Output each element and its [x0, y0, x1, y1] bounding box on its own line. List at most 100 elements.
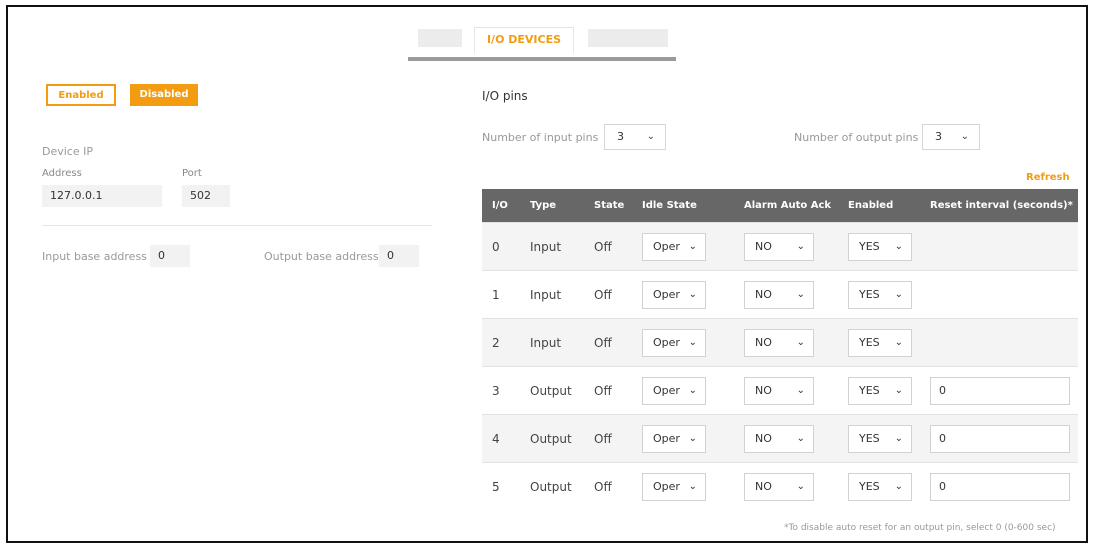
idle-state-select[interactable]: Oper ⌄ [642, 328, 706, 357]
input-count-value: 3 [617, 130, 624, 143]
alarm-ack-select[interactable]: NO ⌄ [744, 280, 814, 309]
io-cell: 0 [482, 222, 520, 271]
chevron-down-icon: ⌄ [796, 240, 805, 252]
port-field[interactable]: 502 [182, 185, 230, 207]
alarm-ack-value: NO [755, 431, 772, 445]
idle-state-select[interactable]: Oper ⌄ [642, 280, 706, 309]
output-count-value: 3 [935, 130, 942, 143]
state-cell: Off [584, 270, 632, 319]
chevron-down-icon: ⌄ [646, 131, 655, 142]
input-base-field[interactable]: 0 [150, 245, 190, 267]
enabled-value: YES [859, 383, 880, 397]
alarm-ack-select[interactable]: NO ⌄ [744, 328, 814, 357]
enabled-value: YES [859, 335, 880, 349]
enabled-select[interactable]: YES ⌄ [848, 328, 912, 357]
tab-io-devices[interactable]: I/O DEVICES [474, 27, 574, 53]
col-reset-interval: Reset interval (seconds)* [920, 189, 1078, 223]
output-base-label: Output base address [264, 250, 379, 263]
chevron-down-icon: ⌄ [688, 432, 697, 444]
io-cell: 4 [482, 414, 520, 463]
idle-state-value: Oper [653, 287, 680, 301]
alarm-ack-select[interactable]: NO ⌄ [744, 424, 814, 453]
enabled-select[interactable]: YES ⌄ [848, 424, 912, 453]
chevron-down-icon: ⌄ [796, 384, 805, 396]
address-label: Address [42, 168, 82, 179]
tab-right[interactable] [588, 29, 668, 47]
idle-state-value: Oper [653, 335, 680, 349]
io-cell: 5 [482, 462, 520, 510]
reset-cell [920, 222, 1078, 271]
type-cell: Output [520, 462, 584, 510]
state-cell: Off [584, 318, 632, 367]
enabled-value: YES [859, 239, 880, 253]
state-cell: Off [584, 462, 632, 510]
chevron-down-icon: ⌄ [894, 288, 903, 300]
chevron-down-icon: ⌄ [688, 384, 697, 396]
port-label: Port [182, 168, 202, 179]
input-count-label: Number of input pins [482, 131, 599, 144]
enabled-value: YES [859, 287, 880, 301]
address-field[interactable]: 127.0.0.1 [42, 185, 162, 207]
chevron-down-icon: ⌄ [796, 288, 805, 300]
chevron-down-icon: ⌄ [796, 480, 805, 492]
col-io: I/O [482, 189, 520, 223]
alarm-ack-value: NO [755, 383, 772, 397]
idle-state-value: Oper [653, 383, 680, 397]
idle-state-select[interactable]: Oper ⌄ [642, 376, 706, 405]
reset-cell [920, 318, 1078, 367]
footnote: *To disable auto reset for an output pin… [784, 523, 1056, 533]
state-cell: Off [584, 366, 632, 415]
table-row: 4 Output Off Oper ⌄ NO ⌄ YES ⌄ 0 [482, 414, 1078, 463]
reset-interval-input[interactable]: 0 [930, 376, 1070, 405]
chevron-down-icon: ⌄ [796, 336, 805, 348]
output-count-label: Number of output pins [794, 131, 919, 144]
enabled-select[interactable]: YES ⌄ [848, 376, 912, 405]
enabled-value: YES [859, 479, 880, 493]
disabled-button[interactable]: Disabled [130, 84, 198, 106]
idle-state-select[interactable]: Oper ⌄ [642, 424, 706, 453]
chevron-down-icon: ⌄ [894, 240, 903, 252]
refresh-link[interactable]: Refresh [1026, 172, 1070, 183]
state-cell: Off [584, 414, 632, 463]
enabled-select[interactable]: YES ⌄ [848, 472, 912, 501]
table-row: 1 Input Off Oper ⌄ NO ⌄ YES ⌄ [482, 270, 1078, 319]
output-count-select[interactable]: 3 ⌄ [922, 124, 980, 150]
idle-state-select[interactable]: Oper ⌄ [642, 232, 706, 261]
tab-left[interactable] [418, 29, 462, 47]
col-type: Type [520, 189, 584, 223]
reset-interval-input[interactable]: 0 [930, 424, 1070, 453]
alarm-ack-select[interactable]: NO ⌄ [744, 472, 814, 501]
enabled-select[interactable]: YES ⌄ [848, 280, 912, 309]
app-frame: I/O DEVICES Enabled Disabled Device IP A… [6, 5, 1088, 543]
alarm-ack-value: NO [755, 479, 772, 493]
chevron-down-icon: ⌄ [960, 131, 969, 142]
enabled-select[interactable]: YES ⌄ [848, 232, 912, 261]
chevron-down-icon: ⌄ [894, 336, 903, 348]
chevron-down-icon: ⌄ [688, 336, 697, 348]
type-cell: Output [520, 414, 584, 463]
idle-state-select[interactable]: Oper ⌄ [642, 472, 706, 501]
table-row: 2 Input Off Oper ⌄ NO ⌄ YES ⌄ [482, 318, 1078, 367]
col-idle-state: Idle State [632, 189, 734, 223]
input-base-label: Input base address [42, 250, 147, 263]
table-row: 3 Output Off Oper ⌄ NO ⌄ YES ⌄ 0 [482, 366, 1078, 415]
reset-cell [920, 270, 1078, 319]
idle-state-value: Oper [653, 239, 680, 253]
chevron-down-icon: ⌄ [894, 384, 903, 396]
type-cell: Input [520, 222, 584, 271]
enabled-button[interactable]: Enabled [46, 84, 116, 106]
alarm-ack-value: NO [755, 335, 772, 349]
reset-interval-input[interactable]: 0 [930, 472, 1070, 501]
alarm-ack-select[interactable]: NO ⌄ [744, 376, 814, 405]
type-cell: Input [520, 318, 584, 367]
type-cell: Output [520, 366, 584, 415]
chevron-down-icon: ⌄ [688, 480, 697, 492]
alarm-ack-select[interactable]: NO ⌄ [744, 232, 814, 261]
input-count-select[interactable]: 3 ⌄ [604, 124, 666, 150]
idle-state-value: Oper [653, 479, 680, 493]
io-cell: 2 [482, 318, 520, 367]
divider [42, 225, 432, 226]
output-base-field[interactable]: 0 [379, 245, 419, 267]
col-enabled: Enabled [838, 189, 920, 223]
chevron-down-icon: ⌄ [688, 288, 697, 300]
